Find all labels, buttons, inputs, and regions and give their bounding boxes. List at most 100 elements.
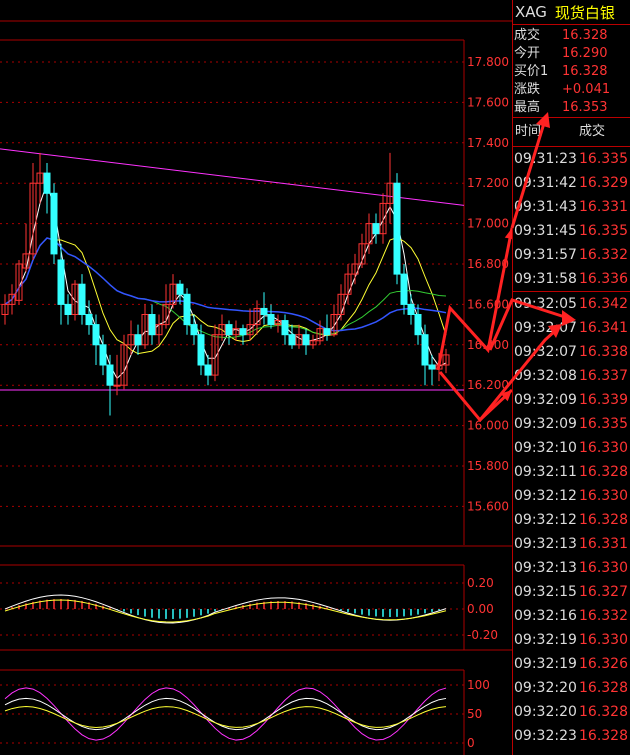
candle-body [64,303,72,315]
candle-body [393,182,401,275]
candle-body [57,259,65,305]
trade-row: 09:32:05 16.342 [513,291,630,316]
quote-row: 涨跌 +0.041 [513,81,630,99]
price-tick-label: 17.600 [467,95,509,109]
trades-list[interactable]: 09:31:23 16.335 09:31:42 16.329 09:31:43 16.3… [513,147,630,748]
price-tick-label: 15.600 [467,499,509,513]
candle-body [148,314,156,336]
trade-price: 16.326 [579,656,628,672]
trade-time: 09:32:08 [514,368,577,384]
trade-time: 09:32:07 [514,320,577,336]
candle-body [176,283,184,295]
trade-row: 09:32:15 16.327 [513,580,630,604]
candle-body [183,293,191,326]
trade-row: 09:31:43 16.331 [513,195,630,219]
trade-price: 16.330 [579,560,628,576]
quote-value: 16.290 [562,46,608,61]
quote-value: 16.353 [562,100,608,115]
trade-row: 09:32:20 16.328 [513,700,630,724]
candle-body [281,320,289,336]
trade-price: 16.332 [579,608,628,624]
candle-body [225,324,233,336]
trade-time: 09:32:09 [514,392,577,408]
candle-body [92,324,100,346]
candle-body [302,334,310,346]
price-axis: 17.80017.60017.40017.20017.00016.80016.6… [467,55,509,513]
trade-time: 09:32:10 [514,440,577,456]
price-tick-label: 16.200 [467,378,509,392]
quote-label: 成交 [514,28,541,43]
trade-time: 09:32:15 [514,584,577,600]
quote-value: 16.328 [562,28,608,43]
trade-time: 09:32:09 [514,416,577,432]
trades-header: 时间 成交 [513,118,630,147]
trade-time: 09:32:13 [514,560,577,576]
trade-price: 16.327 [579,584,628,600]
kdj-panel: 100 50 0 [0,678,490,750]
quote-row: 最高 16.353 [513,99,630,117]
trade-row: 09:32:10 16.330 [513,436,630,460]
trade-price: 16.341 [579,320,628,336]
trade-row: 09:31:23 16.335 [513,147,630,171]
candle-body [99,344,107,366]
trade-time: 09:32:16 [514,608,577,624]
price-grid [0,61,464,507]
trade-row: 09:32:09 16.335 [513,412,630,436]
quote-row: 买价1 16.328 [513,63,630,81]
trade-row: 09:31:58 16.336 [513,267,630,291]
candle-body [134,334,142,346]
trade-row: 09:32:07 16.341 [513,316,630,340]
price-tick-label: 17.000 [467,217,509,231]
quote-label: 最高 [514,100,541,115]
ma-longer-line [4,237,447,332]
candle-body [113,384,121,387]
trade-time: 09:32:13 [514,536,577,552]
candle-body [85,314,93,326]
candle-body [428,364,436,370]
trade-time: 09:32:07 [514,344,577,360]
quote-label: 买价1 [514,64,549,79]
trade-price: 16.328 [579,512,628,528]
trade-time: 09:32:20 [514,680,577,696]
trade-row: 09:32:13 16.331 [513,532,630,556]
trade-price: 16.335 [579,416,628,432]
trade-row: 09:32:11 16.328 [513,460,630,484]
trade-row: 09:31:45 16.335 [513,219,630,243]
quote-row: 成交 16.328 [513,27,630,45]
quote-value: 16.328 [562,64,608,79]
candle-body [414,314,422,336]
macd-tick-label: 0.00 [467,602,494,616]
price-tick-label: 17.800 [467,55,509,69]
trade-price: 16.339 [579,392,628,408]
trade-price: 16.338 [579,344,628,360]
trade-row: 09:32:09 16.339 [513,388,630,412]
trade-time: 09:31:42 [514,175,577,191]
trade-price: 16.342 [579,296,628,312]
candlestick-chart[interactable]: 17.80017.60017.40017.20017.00016.80016.6… [0,0,512,755]
candle-body [50,192,58,255]
candle-body [190,324,198,336]
macd-panel: 0.20 0.00 -0.20 [0,576,498,642]
price-tick-label: 16.000 [467,419,509,433]
candle-body [267,314,275,326]
quote-panel: XAG 现货白银 成交 16.328 今开 16.290 买价1 16.328 涨跌 +0.0… [512,0,630,755]
candle-body [372,223,380,235]
quote-row: 今开 16.290 [513,45,630,63]
candle-body [239,328,247,336]
trade-row: 09:31:42 16.329 [513,171,630,195]
trade-price: 16.328 [579,728,628,744]
trade-price: 16.329 [579,175,628,191]
price-column-header: 成交 [579,124,606,139]
trade-price: 16.331 [579,199,628,215]
trade-price: 16.331 [579,536,628,552]
trade-row: 09:32:12 16.330 [513,484,630,508]
chart-frame [0,20,512,755]
trade-row: 09:32:07 16.338 [513,340,630,364]
trade-row: 09:32:08 16.337 [513,364,630,388]
candle-body [260,307,268,316]
candle-body [288,334,296,346]
candle-body [197,334,205,366]
price-tick-label: 16.600 [467,297,509,311]
trade-time: 09:31:58 [514,271,577,287]
candle-body [204,364,212,376]
